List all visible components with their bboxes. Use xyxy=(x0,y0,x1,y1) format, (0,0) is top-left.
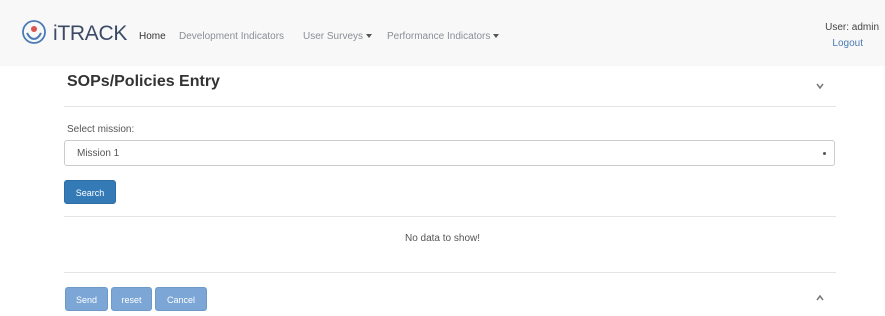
user-label: User: admin xyxy=(825,22,879,33)
logout-link[interactable]: Logout xyxy=(832,38,863,49)
dropdown-caret-icon xyxy=(366,34,373,39)
search-button[interactable]: Search xyxy=(64,180,116,204)
mission-select[interactable]: Mission 1 xyxy=(64,140,835,166)
logo-icon[interactable] xyxy=(22,20,46,44)
page-title: SOPs/Policies Entry xyxy=(67,73,220,90)
chevron-down-icon[interactable] xyxy=(815,81,825,91)
send-button[interactable]: Send xyxy=(65,287,108,311)
brand-name[interactable]: iTRACK xyxy=(53,22,127,46)
select-arrow-icon xyxy=(823,152,826,155)
empty-state-message: No data to show! xyxy=(404,233,481,244)
nav-development-indicators[interactable]: Development Indicators xyxy=(179,31,284,42)
nav-performance-indicators-label: Performance Indicators xyxy=(387,31,491,42)
divider xyxy=(64,272,836,273)
cancel-button[interactable]: Cancel xyxy=(155,287,207,311)
nav-user-surveys-label: User Surveys xyxy=(303,31,364,42)
nav-home[interactable]: Home xyxy=(139,31,166,42)
select-mission-label: Select mission: xyxy=(67,124,135,135)
nav-user-surveys[interactable]: User Surveys xyxy=(303,31,373,42)
divider xyxy=(64,216,836,217)
navbar: iTRACK Home Development Indicators User … xyxy=(0,0,885,66)
divider xyxy=(64,106,836,107)
nav-performance-indicators[interactable]: Performance Indicators xyxy=(387,31,500,42)
chevron-up-icon[interactable] xyxy=(815,293,825,303)
reset-button[interactable]: reset xyxy=(111,287,152,311)
mission-select-value: Mission 1 xyxy=(77,148,120,159)
dropdown-caret-icon xyxy=(493,34,500,39)
